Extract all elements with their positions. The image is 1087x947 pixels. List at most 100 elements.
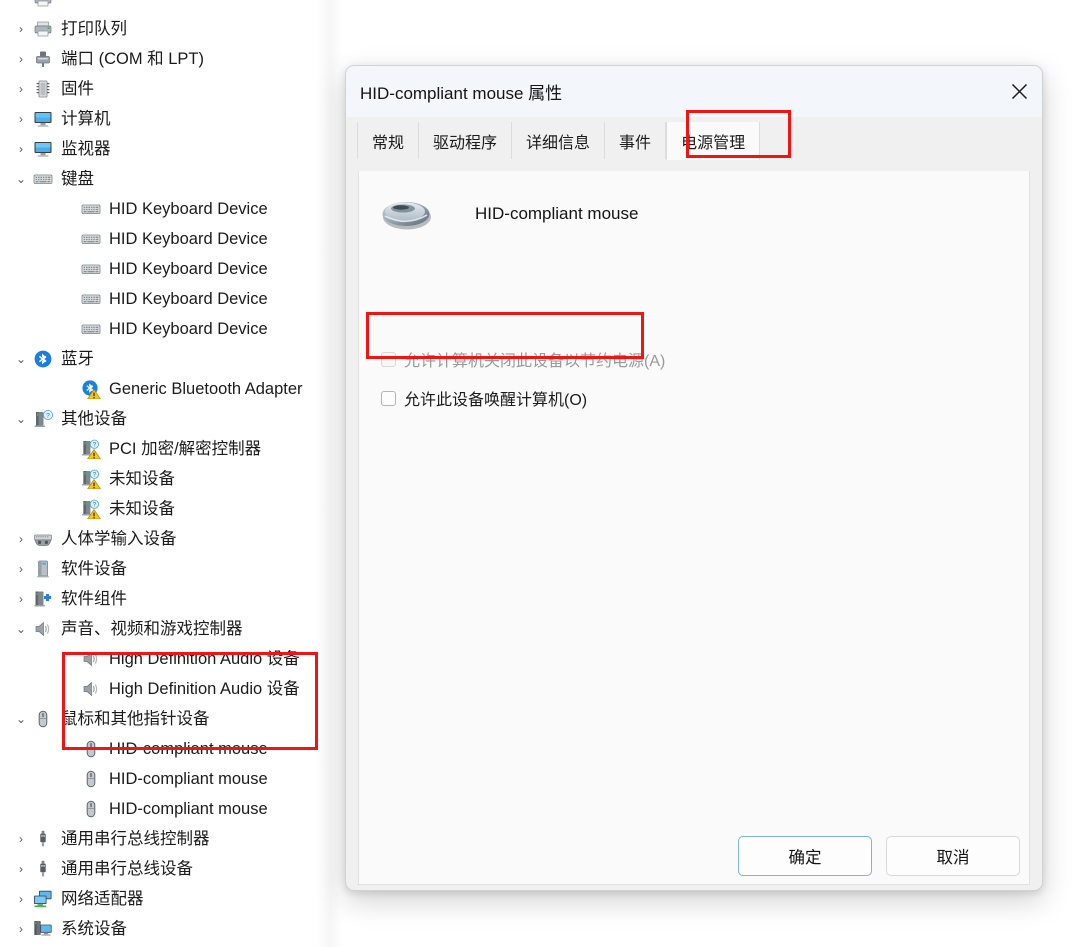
computer-icon <box>32 108 54 130</box>
tree-item[interactable]: HID Keyboard Device <box>0 284 340 314</box>
chevron-right-icon[interactable]: › <box>14 104 28 134</box>
tree-item[interactable]: › 端口 (COM 和 LPT) <box>0 44 340 74</box>
bluetooth-icon <box>32 348 54 370</box>
tree-item-label: 固件 <box>61 79 94 98</box>
chevron-right-icon[interactable]: › <box>14 74 28 104</box>
chevron-right-icon[interactable]: › <box>14 44 28 74</box>
chevron-down-icon[interactable]: ⌄ <box>14 704 28 734</box>
chevron-right-icon[interactable]: · <box>14 0 28 14</box>
tab-2[interactable]: 驱动程序 <box>419 122 513 159</box>
checkbox-box[interactable] <box>381 390 396 406</box>
chevron-right-icon[interactable]: › <box>14 914 28 944</box>
tree-item[interactable]: HID-compliant mouse <box>0 764 340 794</box>
chevron-right-icon[interactable]: › <box>14 824 28 854</box>
tree-item[interactable]: HID-compliant mouse <box>0 794 340 824</box>
tree-item[interactable]: › 打印队列 <box>0 14 340 44</box>
chevron-down-icon[interactable]: ⌄ <box>14 404 28 434</box>
tree-item[interactable]: › 通用串行总线设备 <box>0 854 340 884</box>
tree-item[interactable]: Generic Bluetooth Adapter <box>0 374 340 404</box>
tree-item[interactable]: ⌄ 鼠标和其他指针设备 <box>0 704 340 734</box>
chevron-right-icon[interactable]: › <box>14 584 28 614</box>
tab-3[interactable]: 详细信息 <box>512 122 606 159</box>
mouse-icon <box>80 768 102 790</box>
cancel-button[interactable]: 取消 <box>886 836 1020 876</box>
tree-item[interactable]: ? PCI 加密/解密控制器 <box>0 434 340 464</box>
tree-item[interactable]: › 固件 <box>0 74 340 104</box>
chevron-down-icon[interactable]: ⌄ <box>14 614 28 644</box>
tree-item-label: 通用串行总线控制器 <box>61 829 210 848</box>
tree-item-label: High Definition Audio 设备 <box>109 649 300 668</box>
tree-item-label: 监视器 <box>61 139 111 158</box>
tree-item[interactable]: ? 未知设备 <box>0 464 340 494</box>
tree-item[interactable]: ⌄ 键盘 <box>0 164 340 194</box>
mouse-icon <box>80 738 102 760</box>
tree-item-label: 系统设备 <box>61 919 127 938</box>
tree-item[interactable]: ⌄? 其他设备 <box>0 404 340 434</box>
tree-item[interactable]: HID-compliant mouse <box>0 734 340 764</box>
dialog-button-bar: 确定 取消 <box>346 822 1042 890</box>
chevron-right-icon[interactable]: › <box>14 884 28 914</box>
chevron-right-icon[interactable]: › <box>14 134 28 164</box>
checkbox-row-wake-computer[interactable]: 允许此设备唤醒计算机(O) <box>359 385 1029 411</box>
tree-item-partial[interactable]: · <box>0 0 340 14</box>
keyboard-icon <box>80 198 102 220</box>
tree-item[interactable]: High Definition Audio 设备 <box>0 674 340 704</box>
tree-item-label: HID Keyboard Device <box>109 199 268 218</box>
tree-item-label: 其他设备 <box>61 409 127 428</box>
tree-item-label: 声音、视频和游戏控制器 <box>61 619 243 638</box>
chevron-right-icon[interactable]: › <box>14 14 28 44</box>
checkbox-row-power-save: 允许计算机关闭此设备以节约电源(A) <box>359 346 1029 372</box>
tree-item[interactable]: › 人体学输入设备 <box>0 524 340 554</box>
tab-4[interactable]: 事件 <box>605 122 667 159</box>
bluetooth-warning-icon <box>80 378 102 400</box>
tree-item[interactable]: › 监视器 <box>0 134 340 164</box>
speaker-icon <box>80 648 102 670</box>
software-device-icon <box>32 558 54 580</box>
allow-computer-turn-off-checkbox: 允许计算机关闭此设备以节约电源(A) <box>359 346 1029 372</box>
tree-item-label: HID-compliant mouse <box>109 769 268 788</box>
tree-item[interactable]: ? 未知设备 <box>0 494 340 524</box>
device-name-label: HID-compliant mouse <box>475 204 639 223</box>
tree-item[interactable]: HID Keyboard Device <box>0 314 340 344</box>
ok-button[interactable]: 确定 <box>738 836 872 876</box>
device-header: HID-compliant mouse <box>359 185 1029 243</box>
keyboard-icon <box>80 258 102 280</box>
tree-item-label: HID Keyboard Device <box>109 289 268 308</box>
chevron-right-icon[interactable]: › <box>14 554 28 584</box>
tree-item[interactable]: ⌄ 声音、视频和游戏控制器 <box>0 614 340 644</box>
tree-item[interactable]: HID Keyboard Device <box>0 194 340 224</box>
tree-item-label: 软件设备 <box>61 559 127 578</box>
tab-5[interactable]: 电源管理 <box>666 122 761 160</box>
chevron-right-icon[interactable]: › <box>14 524 28 554</box>
tree-item[interactable]: › 软件设备 <box>0 554 340 584</box>
checkbox-box <box>381 351 396 367</box>
tree-item[interactable]: › 计算机 <box>0 104 340 134</box>
mouse-icon <box>32 708 54 730</box>
chevron-down-icon[interactable]: ⌄ <box>14 344 28 374</box>
tree-item-label: HID-compliant mouse <box>109 799 268 818</box>
tree-item-label: 鼠标和其他指针设备 <box>61 709 210 728</box>
tree-item-label: PCI 加密/解密控制器 <box>109 439 262 458</box>
chevron-right-icon[interactable]: › <box>14 854 28 884</box>
tree-item[interactable]: › 系统设备 <box>0 914 340 944</box>
network-adapter-icon <box>32 888 54 910</box>
tree-item[interactable]: › 软件组件 <box>0 584 340 614</box>
tree-item-label: 未知设备 <box>109 499 175 518</box>
chevron-down-icon[interactable]: ⌄ <box>14 164 28 194</box>
tree-item-label: 人体学输入设备 <box>61 529 177 548</box>
tree-item[interactable]: › 网络适配器 <box>0 884 340 914</box>
tree-item[interactable]: › 通用串行总线控制器 <box>0 824 340 854</box>
tree-item-label: HID Keyboard Device <box>109 319 268 338</box>
dialog-tabstrip[interactable]: 常规 驱动程序 详细信息 事件 电源管理 <box>346 117 1042 160</box>
mouse-photo-icon <box>381 194 433 234</box>
tree-item[interactable]: High Definition Audio 设备 <box>0 644 340 674</box>
tab-1[interactable]: 常规 <box>357 122 420 159</box>
device-manager-tree[interactable]: ·›打印队列›端口 (COM 和 LPT)›固件›计算机›监视器⌄键盘HID K… <box>0 0 340 947</box>
port-icon <box>32 48 54 70</box>
tree-item[interactable]: HID Keyboard Device <box>0 224 340 254</box>
close-icon[interactable] <box>996 66 1042 117</box>
keyboard-icon <box>32 168 54 190</box>
allow-device-wake-checkbox[interactable]: 允许此设备唤醒计算机(O) <box>359 385 1029 411</box>
tree-item[interactable]: ⌄ 蓝牙 <box>0 344 340 374</box>
tree-item[interactable]: HID Keyboard Device <box>0 254 340 284</box>
